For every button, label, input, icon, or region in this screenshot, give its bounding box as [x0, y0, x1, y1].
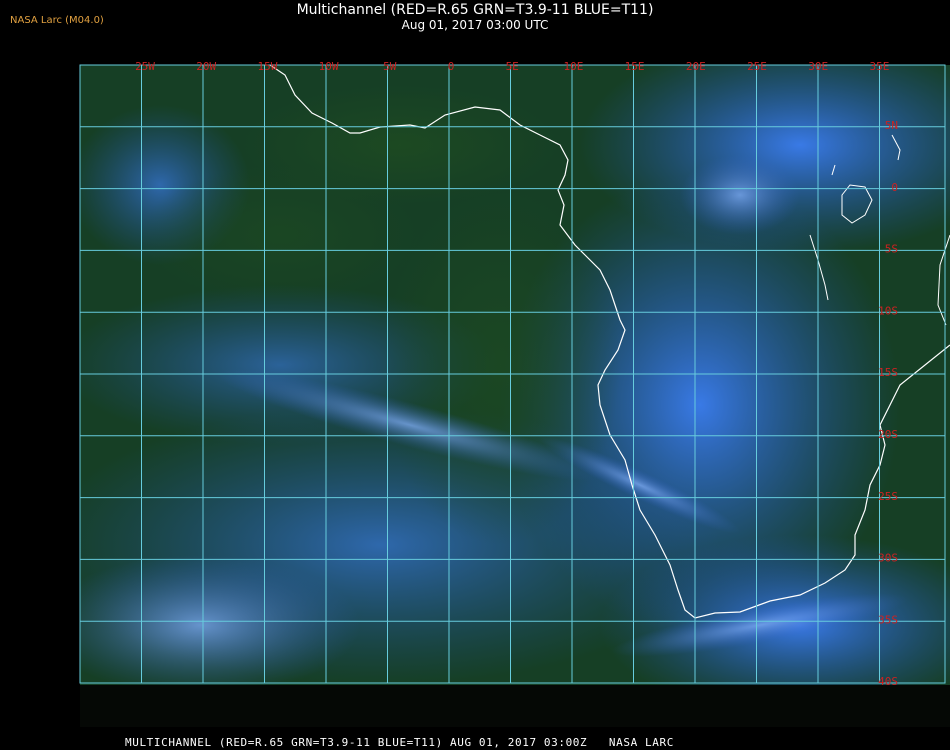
longitude-label: 35E — [869, 60, 889, 73]
latitude-label: 35S — [878, 613, 898, 626]
longitude-label: 25W — [135, 60, 155, 73]
longitude-label: 25E — [747, 60, 767, 73]
latitude-label: 5N — [885, 119, 898, 132]
longitude-label: 15W — [257, 60, 277, 73]
longitude-label: 20E — [686, 60, 706, 73]
imagery-bottom-band — [80, 685, 950, 727]
longitude-label: 5W — [383, 60, 397, 73]
longitude-label: 30E — [808, 60, 828, 73]
latitude-label: 25S — [878, 490, 898, 503]
latitude-label: 0 — [891, 181, 898, 194]
longitude-label: 10W — [319, 60, 339, 73]
longitude-label: 5E — [506, 60, 519, 73]
lat-lon-grid: 25W 20W 15W 10W 5W 0 5E 10E 15E 20E 25E 30E 35E 5N 0 5S… — [79, 60, 946, 688]
longitude-label: 10E — [563, 60, 583, 73]
latitude-label: 15S — [878, 366, 898, 379]
longitude-label: 0 — [448, 60, 455, 73]
footer-caption: MULTICHANNEL (RED=R.65 GRN=T3.9-11 BLUE=… — [125, 736, 674, 749]
latitude-label: 10S — [878, 304, 898, 317]
latitude-label: 5S — [885, 243, 898, 256]
latitude-label: 30S — [878, 552, 898, 565]
latitude-label: 20S — [878, 428, 898, 441]
longitude-label: 20W — [196, 60, 216, 73]
longitude-label: 15E — [625, 60, 645, 73]
